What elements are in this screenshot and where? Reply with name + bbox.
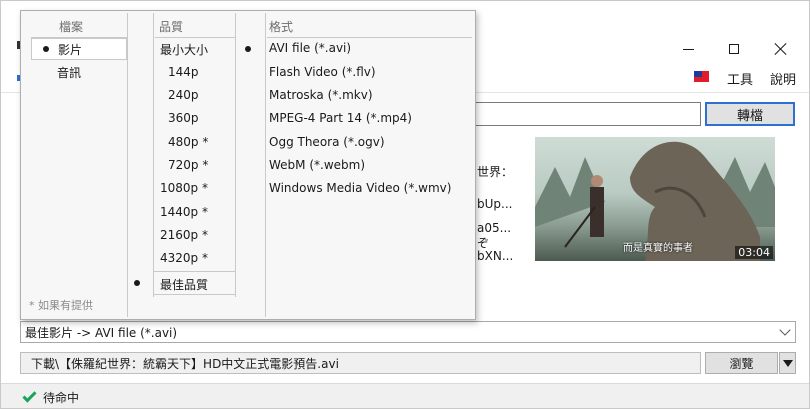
column-divider <box>153 13 154 297</box>
url-input[interactable] <box>461 102 701 126</box>
video-info-line: bXN... <box>477 249 514 263</box>
minimize-button[interactable] <box>673 37 703 61</box>
quality-header: 品質 <box>159 20 184 34</box>
selected-bullet-icon <box>43 46 49 52</box>
quality-option[interactable]: 144p <box>168 65 199 79</box>
option-label: 影片 <box>58 42 83 57</box>
video-thumbnail: 而是真實的事者 03:04 <box>535 137 775 261</box>
format-header: 格式 <box>269 20 294 34</box>
video-info-line: bUp... <box>477 197 513 211</box>
status-bar: 待命中 <box>1 383 809 408</box>
selected-bullet-icon <box>134 280 140 286</box>
selected-bullet-icon <box>245 46 251 52</box>
minimize-icon <box>682 48 694 50</box>
close-button[interactable] <box>766 37 796 61</box>
format-option[interactable]: MPEG-4 Part 14 (*.mp4) <box>269 111 412 125</box>
quality-option[interactable]: 480p * <box>168 135 208 149</box>
save-path-field[interactable]: 下載\【侏羅紀世界：統霸天下】HD中文正式電影預告.avi <box>20 352 701 374</box>
column-divider <box>265 13 266 317</box>
quality-option[interactable]: 最小大小 <box>160 41 208 58</box>
quality-option[interactable]: 360p <box>168 111 199 125</box>
format-options-popup: 檔案 品質 格式 影片 音訊 * 如果有提供 最小大小 144p 240p 36… <box>20 10 476 320</box>
format-option[interactable]: AVI file (*.avi) <box>269 41 351 55</box>
format-option[interactable]: Ogg Theora (*.ogv) <box>269 135 385 149</box>
browse-dropdown-button[interactable] <box>779 352 796 374</box>
quality-option-best[interactable]: 最佳品質 <box>134 271 236 295</box>
menu-help[interactable]: 說明 <box>770 69 796 88</box>
triangle-down-icon <box>782 359 793 367</box>
thumbnail-subtitle: 而是真實的事者 <box>623 243 693 254</box>
output-format-value: 最佳影片 -> AVI file (*.avi) <box>25 325 178 340</box>
format-option[interactable]: WebM (*.webm) <box>269 158 365 172</box>
header-divider <box>267 37 472 38</box>
quality-option[interactable]: 240p <box>168 88 199 102</box>
format-option[interactable]: Windows Media Video (*.wmv) <box>269 181 451 195</box>
chevron-down-icon <box>779 324 791 336</box>
language-flag-icon[interactable] <box>694 71 709 82</box>
quality-option[interactable]: 1440p * <box>160 205 208 219</box>
column-divider <box>127 13 128 317</box>
file-type-option-audio[interactable]: 音訊 <box>31 61 127 83</box>
option-label: 最佳品質 <box>160 278 209 292</box>
quality-option[interactable]: 2160p * <box>160 228 208 242</box>
browse-button[interactable]: 瀏覽 <box>705 352 778 374</box>
status-text: 待命中 <box>43 391 80 405</box>
option-label: 音訊 <box>57 65 82 80</box>
video-info-line: a05... <box>477 221 512 235</box>
output-format-select[interactable]: 最佳影片 -> AVI file (*.avi) <box>20 321 796 343</box>
quality-option[interactable]: 720p * <box>168 158 208 172</box>
close-icon <box>775 43 787 55</box>
quality-option[interactable]: 1080p * <box>160 181 208 195</box>
menu-tools[interactable]: 工具 <box>727 69 753 88</box>
maximize-icon <box>729 44 739 54</box>
video-info-line: 世界： <box>477 165 514 179</box>
maximize-button[interactable] <box>719 37 749 61</box>
convert-button[interactable]: 轉檔 <box>705 102 795 126</box>
format-option[interactable]: Flash Video (*.flv) <box>269 65 376 79</box>
file-type-option-video[interactable]: 影片 <box>31 38 127 60</box>
format-option[interactable]: Matroska (*.mkv) <box>269 88 373 102</box>
column-divider <box>235 13 236 297</box>
header-divider <box>155 37 235 38</box>
video-duration-badge: 03:04 <box>735 246 773 259</box>
quality-option[interactable]: 4320p * <box>160 251 208 265</box>
file-type-header: 檔案 <box>59 20 84 34</box>
checkmark-icon <box>22 388 37 403</box>
footnote: * 如果有提供 <box>29 299 93 312</box>
